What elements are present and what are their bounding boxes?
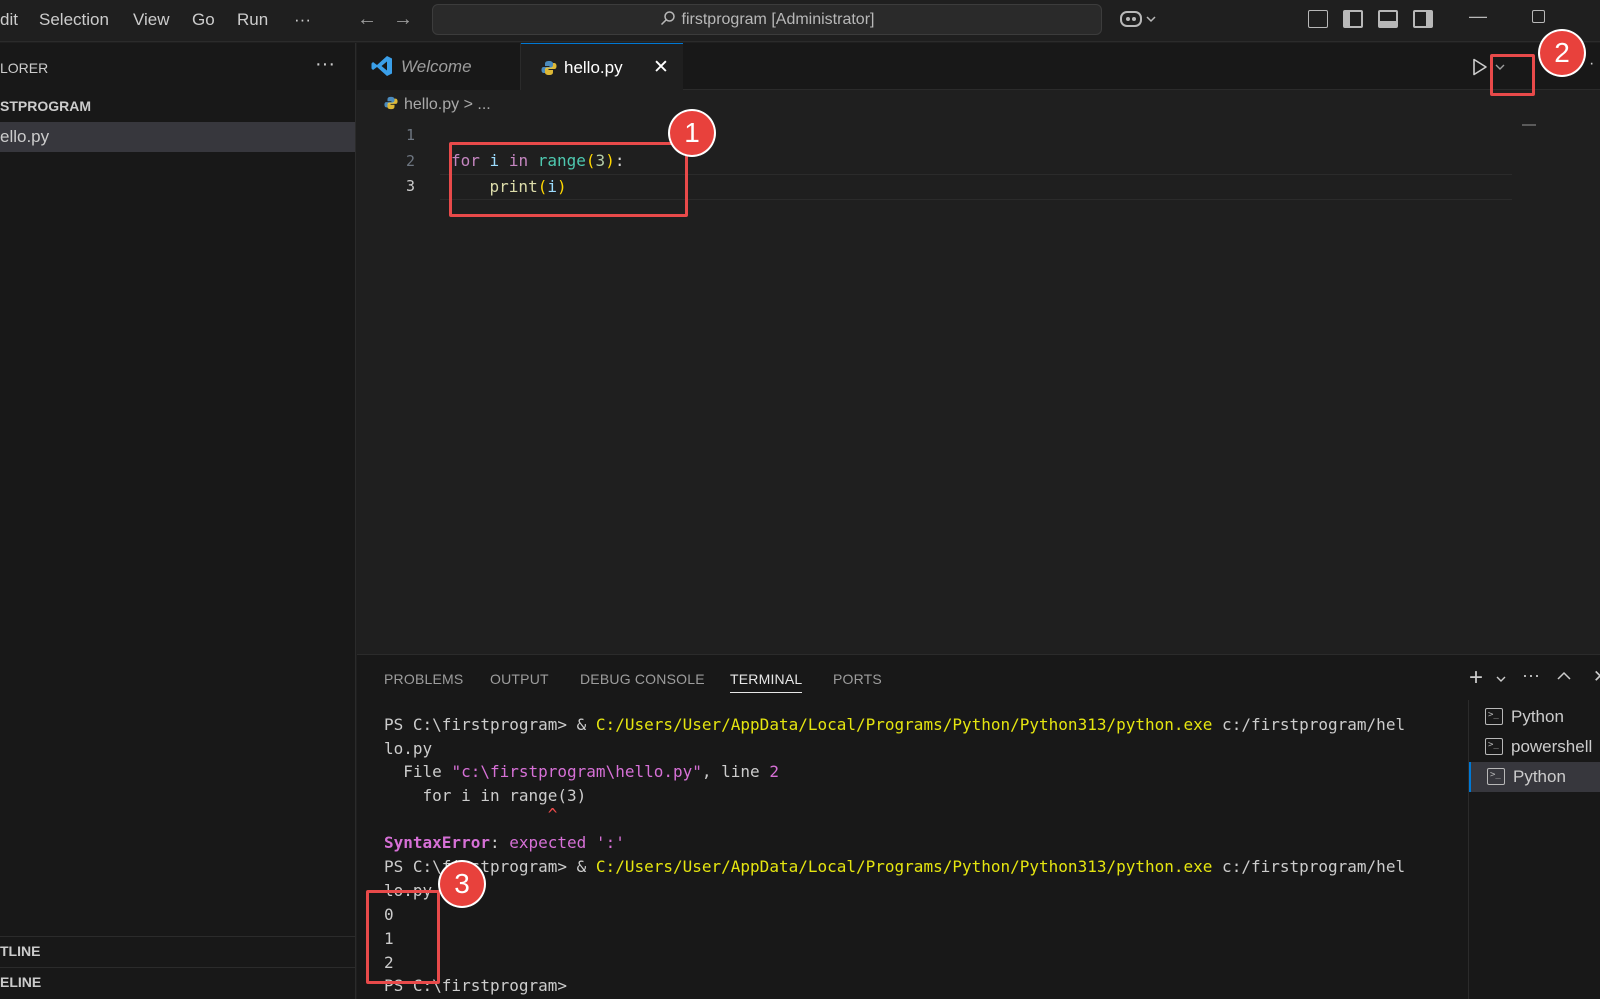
terminal-command: C:/Users/User/AppData/Local/Programs/Pyt… [595,857,1213,876]
annotation-box-output [366,890,440,984]
menu-more-button[interactable]: ··· [294,10,311,30]
terminal-item-label: Python [1511,707,1564,726]
breadcrumb-path: hello.py > ... [404,96,491,113]
forward-arrow-icon[interactable]: → [393,8,413,31]
command-center-label: firstprogram [Administrator] [681,11,875,28]
annotation-badge: 2 [1540,31,1584,75]
terminal-list: >_ Python >_ powershell >_ Python [1468,700,1600,999]
terminal-caret: ^ [384,805,558,824]
python-file-icon [384,96,398,110]
tab-welcome-label: Welcome [401,57,472,76]
search-icon [660,11,675,26]
command-center-search[interactable]: firstprogram [Administrator] [432,4,1102,35]
terminal-line-number: 2 [769,762,779,781]
terminal-error-name: SyntaxError [384,833,490,852]
tab-problems[interactable]: PROBLEMS [384,671,463,687]
file-item-hello-py[interactable]: ello.py [0,122,355,152]
terminal-prompt: PS C:\firstprogram> & [384,857,596,876]
terminal-arg: c:/firstprogram/hel [1212,715,1406,734]
terminal-icon: >_ [1485,738,1503,755]
tab-ports[interactable]: PORTS [833,671,882,687]
bottom-panel: PROBLEMS OUTPUT DEBUG CONSOLE TERMINAL P… [357,654,1600,999]
divider [0,936,355,937]
tab-output[interactable]: OUTPUT [490,671,549,687]
terminal-file-path: "c:\firstprogram\hello.py" [451,762,702,781]
folder-firstprogram[interactable]: STPROGRAM [0,98,91,114]
terminal-item-label: Python [1513,767,1566,786]
python-file-icon [541,61,557,75]
menu-run[interactable]: Run [237,10,268,30]
tab-welcome[interactable]: Welcome [357,43,521,90]
annotation-box-code [449,142,688,217]
editor-tab-bar: Welcome hello.py ✕ · [357,43,1600,90]
terminal-line: PS C:\firstprogram> & C:/Users/User/AppD… [384,857,1405,876]
timeline-section[interactable]: ELINE [0,974,41,990]
toggle-panel-icon[interactable] [1378,10,1398,28]
terminal-command: C:/Users/User/AppData/Local/Programs/Pyt… [595,715,1213,734]
line-number: 2 [405,152,415,170]
run-python-file-icon[interactable] [1471,58,1489,76]
toggle-primary-sidebar-icon[interactable] [1343,10,1363,28]
terminal-icon: >_ [1487,768,1505,785]
menu-edit[interactable]: dit [0,10,18,30]
copilot-icon[interactable] [1119,8,1159,35]
divider [0,967,355,968]
customize-layout-icon[interactable] [1308,10,1328,28]
terminal-error-message: expected ':' [509,833,625,852]
terminal-text: File [384,762,452,781]
panel-more-icon[interactable]: ··· [1522,665,1540,686]
menu-go[interactable]: Go [192,10,215,30]
terminal-dropdown-chevron-icon[interactable] [1496,675,1506,683]
terminal-text: : [489,833,510,852]
minimap[interactable] [1522,124,1536,126]
terminal-line: for i in range(3) [384,786,587,805]
annotation-badge: 1 [670,111,714,155]
explorer-more-button[interactable]: ··· [315,53,335,76]
outline-section[interactable]: TLINE [0,943,40,959]
terminal-item-label: powershell [1511,737,1593,756]
vscode-logo-icon [371,56,392,76]
terminal-item-powershell[interactable]: >_ powershell [1469,732,1600,762]
terminal-line: PS C:\firstprogram> & C:/Users/User/AppD… [384,715,1405,734]
close-tab-icon[interactable]: ✕ [653,56,669,79]
breadcrumb[interactable]: hello.py > ... [384,96,491,114]
terminal-text: , line [701,762,770,781]
menu-view[interactable]: View [133,10,170,30]
terminal-arg: c:/firstprogram/hel [1212,857,1406,876]
terminal-item-python[interactable]: >_ Python [1469,702,1600,732]
minimize-icon[interactable]: — [1469,6,1487,27]
terminal-icon: >_ [1485,708,1503,725]
back-arrow-icon[interactable]: ← [357,8,377,31]
restore-icon[interactable] [1532,10,1545,23]
new-terminal-plus-icon[interactable]: + [1469,664,1483,692]
close-panel-icon[interactable]: ✕ [1593,667,1600,687]
terminal-line: File "c:\firstprogram\hello.py", line 2 [384,762,779,781]
tab-debug-console[interactable]: DEBUG CONSOLE [580,671,705,687]
terminal-line: SyntaxError: expected ':' [384,833,625,852]
editor-more-actions-icon[interactable]: · [1589,55,1594,73]
terminal-line: lo.py [384,739,433,758]
tab-hello-py[interactable]: hello.py ✕ [521,43,683,90]
explorer-sidebar: LORER ··· STPROGRAM ello.py TLINE ELINE [0,43,356,999]
line-number: 3 [405,177,415,195]
terminal-prompt: PS C:\firstprogram> & [384,715,596,734]
explorer-title: LORER [0,60,49,76]
maximize-panel-chevron-icon[interactable] [1557,671,1571,681]
terminal-item-python-active[interactable]: >_ Python [1469,762,1600,792]
tab-terminal[interactable]: TERMINAL [730,671,803,693]
tab-hello-py-label: hello.py [564,58,623,77]
annotation-badge: 3 [440,862,484,906]
toggle-secondary-sidebar-icon[interactable] [1413,10,1433,28]
line-number: 1 [405,126,415,144]
file-label: ello.py [0,127,50,146]
title-bar: dit Selection View Go Run ··· ← → firstp… [0,0,1600,42]
menu-selection[interactable]: Selection [39,10,109,30]
annotation-box-run [1490,54,1535,96]
